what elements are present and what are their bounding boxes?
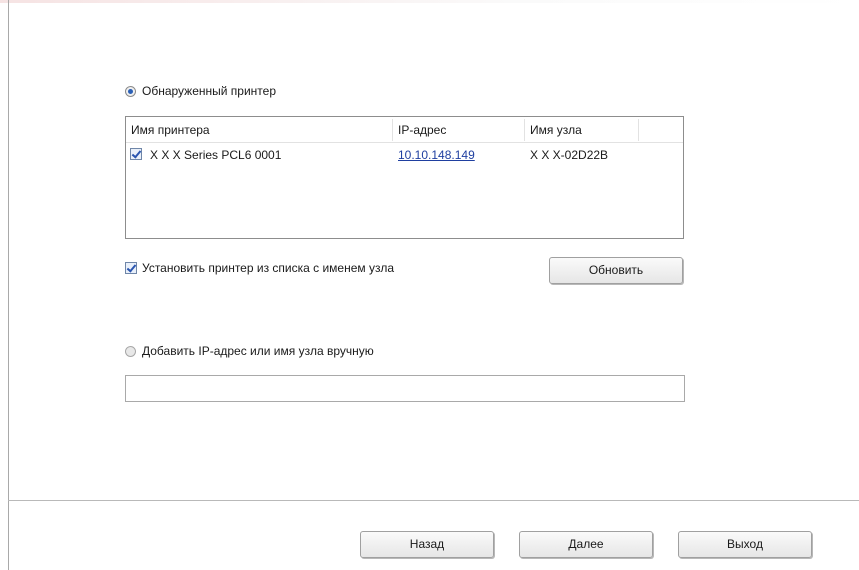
detected-printer-radio[interactable] <box>125 86 136 97</box>
column-separator[interactable] <box>524 119 525 141</box>
column-printer-name[interactable]: Имя принтера <box>131 123 210 137</box>
column-ip-address[interactable]: IP-адрес <box>398 123 446 137</box>
column-separator[interactable] <box>392 119 393 141</box>
printer-row[interactable]: X X X Series PCL6 0001 10.10.148.149 X X… <box>126 143 683 165</box>
printer-list-header: Имя принтера IP-адрес Имя узла <box>126 117 683 143</box>
printer-list[interactable]: Имя принтера IP-адрес Имя узла X X X Ser… <box>125 116 684 239</box>
install-by-host-label: Установить принтер из списка с именем уз… <box>142 261 395 275</box>
back-button[interactable]: Назад <box>360 531 494 558</box>
exit-button[interactable]: Выход <box>678 531 812 558</box>
window-left-border <box>8 0 9 570</box>
refresh-button[interactable]: Обновить <box>549 257 683 284</box>
window-top-edge <box>0 0 859 3</box>
footer-divider <box>8 500 859 501</box>
printer-name-cell: X X X Series PCL6 0001 <box>150 148 282 162</box>
column-host-name[interactable]: Имя узла <box>530 123 582 137</box>
printer-ip-link[interactable]: 10.10.148.149 <box>398 148 475 162</box>
install-by-host-checkbox[interactable] <box>125 262 137 274</box>
printer-row-checkbox[interactable] <box>130 148 142 160</box>
manual-entry-radio[interactable] <box>125 346 136 357</box>
manual-address-input[interactable] <box>125 375 685 402</box>
column-separator[interactable] <box>638 119 639 141</box>
printer-host-cell: X X X-02D22B <box>530 148 609 162</box>
manual-entry-label: Добавить IP-адрес или имя узла вручную <box>142 344 374 358</box>
detected-printer-label: Обнаруженный принтер <box>142 84 277 98</box>
next-button[interactable]: Далее <box>519 531 653 558</box>
